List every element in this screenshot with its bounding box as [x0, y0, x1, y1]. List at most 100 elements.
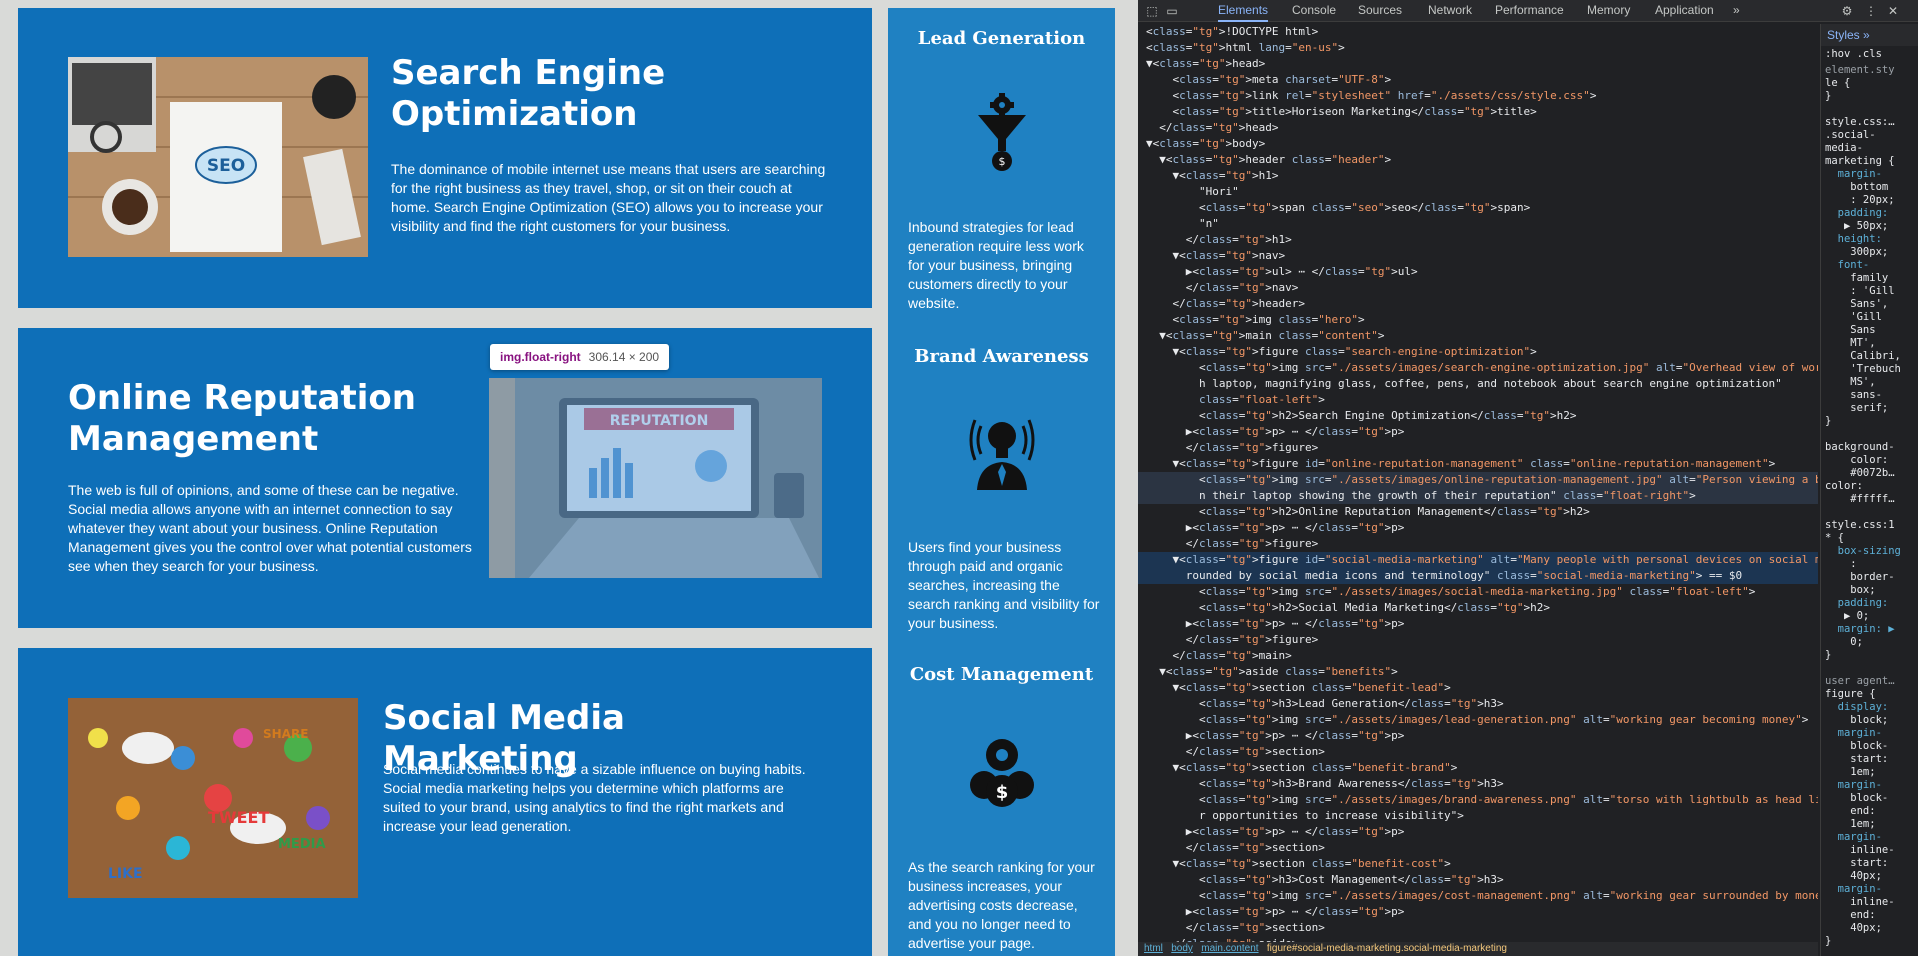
tab-network[interactable]: Network [1428, 0, 1472, 22]
style-rule-line: box; [1825, 584, 1876, 596]
dom-line[interactable]: <class="tg">img src="./assets/images/lea… [1138, 712, 1818, 728]
breadcrumb-figure[interactable]: figure#social-media-marketing.social-med… [1267, 943, 1507, 954]
style-rule-line: media- [1825, 142, 1863, 154]
style-rule-line: ▶ 50px; [1825, 220, 1889, 232]
dom-line[interactable]: ▼<class="tg">main class="content"> [1138, 328, 1818, 344]
dom-line[interactable]: </class="tg">section> [1138, 840, 1818, 856]
dom-line[interactable]: </class="tg">header> [1138, 296, 1818, 312]
dom-line[interactable]: <class="tg">meta charset="UTF-8"> [1138, 72, 1818, 88]
dom-line[interactable]: <class="tg">h2>Search Engine Optimizatio… [1138, 408, 1818, 424]
device-toolbar-icon[interactable]: ▭ [1163, 2, 1181, 20]
dom-line[interactable]: n their laptop showing the growth of the… [1138, 488, 1818, 504]
dom-line[interactable]: </class="tg">h1> [1138, 232, 1818, 248]
breadcrumb-html[interactable]: html [1144, 943, 1163, 954]
inspect-icon[interactable]: ⬚ [1143, 2, 1161, 20]
tab-console[interactable]: Console [1292, 0, 1336, 22]
dom-line[interactable]: <class="tg">h3>Brand Awareness</class="t… [1138, 776, 1818, 792]
svg-text:SEO: SEO [207, 156, 245, 176]
dom-line[interactable]: <class="tg">html lang="en-us"> [1138, 40, 1818, 56]
tab-performance[interactable]: Performance [1495, 0, 1564, 22]
dom-line[interactable]: <class="tg">link rel="stylesheet" href="… [1138, 88, 1818, 104]
settings-icon[interactable]: ⚙ [1838, 2, 1856, 20]
dom-line[interactable]: <class="tg">h2>Online Reputation Managem… [1138, 504, 1818, 520]
style-rule-line: } [1825, 935, 1832, 947]
dom-line[interactable]: ▶<class="tg">p> ⋯ </class="tg">p> [1138, 824, 1818, 840]
style-rule-line: Sans', [1825, 298, 1889, 310]
style-rule-line: border- [1825, 571, 1895, 583]
dom-line[interactable]: </class="tg">section> [1138, 744, 1818, 760]
dom-line[interactable]: ▶<class="tg">p> ⋯ </class="tg">p> [1138, 520, 1818, 536]
dom-line[interactable]: <class="tg">title>Horiseon Marketing</cl… [1138, 104, 1818, 120]
dom-line[interactable]: ▼<class="tg">figure id="social-media-mar… [1138, 552, 1818, 568]
dom-line[interactable]: ▶<class="tg">p> ⋯ </class="tg">p> [1138, 616, 1818, 632]
dom-line[interactable]: <class="tg">img src="./assets/images/soc… [1138, 584, 1818, 600]
dom-line[interactable]: </class="tg">section> [1138, 920, 1818, 936]
styles-more-button[interactable]: » [1863, 28, 1870, 42]
dom-line[interactable]: <class="tg">h2>Social Media Marketing</c… [1138, 600, 1818, 616]
dom-line[interactable]: ▼<class="tg">section class="benefit-lead… [1138, 680, 1818, 696]
style-rule-line: end: [1825, 805, 1876, 817]
dom-line[interactable]: ▼<class="tg">header class="header"> [1138, 152, 1818, 168]
dom-line[interactable]: ▼<class="tg">head> [1138, 56, 1818, 72]
close-icon[interactable]: ✕ [1884, 2, 1902, 20]
dom-line[interactable]: <class="tg">img src="./assets/images/sea… [1138, 360, 1818, 376]
tab-elements[interactable]: Elements [1218, 0, 1269, 22]
style-rule-line: padding: [1825, 597, 1889, 609]
dom-line[interactable]: r opportunities to increase visibility"> [1138, 808, 1818, 824]
dom-line[interactable]: </class="tg">head> [1138, 120, 1818, 136]
dom-line[interactable]: <class="tg">h3>Cost Management</class="t… [1138, 872, 1818, 888]
breadcrumb-main[interactable]: main.content [1201, 943, 1258, 954]
dom-line[interactable]: "Hori" [1138, 184, 1818, 200]
dom-line[interactable]: ▶<class="tg">ul> ⋯ </class="tg">ul> [1138, 264, 1818, 280]
dom-line[interactable]: </class="tg">figure> [1138, 632, 1818, 648]
dom-line[interactable]: ▼<class="tg">aside class="benefits"> [1138, 664, 1818, 680]
dom-line[interactable]: ▶<class="tg">p> ⋯ </class="tg">p> [1138, 424, 1818, 440]
dom-line[interactable]: ▼<class="tg">figure class="search-engine… [1138, 344, 1818, 360]
dom-line[interactable]: ▶<class="tg">p> ⋯ </class="tg">p> [1138, 904, 1818, 920]
style-rule-line: 40px; [1825, 870, 1882, 882]
tab-memory[interactable]: Memory [1587, 0, 1630, 22]
tab-application[interactable]: Application [1655, 0, 1714, 22]
style-rule-line: 1em; [1825, 818, 1876, 830]
benefit-cost-text: As the search ranking for your business … [908, 859, 1095, 951]
dom-line[interactable]: <class="tg">span class="seo">seo</class=… [1138, 200, 1818, 216]
breadcrumb-body[interactable]: body [1171, 943, 1193, 954]
tab-sources[interactable]: Sources [1358, 0, 1402, 22]
style-rule-line: serif; [1825, 402, 1889, 414]
dom-line[interactable]: <class="tg">img src="./assets/images/onl… [1138, 472, 1818, 488]
dom-line[interactable]: ▼<class="tg">figure id="online-reputatio… [1138, 456, 1818, 472]
dom-line[interactable]: ▼<class="tg">nav> [1138, 248, 1818, 264]
style-rule-line: 1em; [1825, 766, 1876, 778]
dom-line[interactable]: class="float-left"> [1138, 392, 1818, 408]
dom-line[interactable]: "n" [1138, 216, 1818, 232]
dom-line[interactable]: h laptop, magnifying glass, coffee, pens… [1138, 376, 1818, 392]
style-rule-line: margin- [1825, 779, 1882, 791]
style-rule-line: 'Trebuch [1825, 363, 1901, 375]
style-rule-line: margin- [1825, 727, 1882, 739]
dom-line[interactable]: <class="tg">img class="hero"> [1138, 312, 1818, 328]
dom-line[interactable]: <class="tg">img src="./assets/images/cos… [1138, 888, 1818, 904]
dom-line[interactable]: ▼<class="tg">section class="benefit-cost… [1138, 856, 1818, 872]
dom-line[interactable]: rounded by social media icons and termin… [1138, 568, 1818, 584]
dom-line[interactable]: </class="tg">figure> [1138, 440, 1818, 456]
style-rule-line: .social- [1825, 129, 1876, 141]
dom-line[interactable]: ▼<class="tg">body> [1138, 136, 1818, 152]
elements-dom-tree[interactable]: <class="tg">!DOCTYPE html> <class="tg">ht… [1138, 24, 1818, 942]
tooltip-tag: img [500, 350, 522, 364]
dom-line[interactable]: <class="tg">img src="./assets/images/bra… [1138, 792, 1818, 808]
styles-filter[interactable]: :hov .cls [1825, 48, 1882, 61]
dom-line[interactable]: ▶<class="tg">p> ⋯ </class="tg">p> [1138, 728, 1818, 744]
dom-line[interactable]: ▼<class="tg">section class="benefit-bran… [1138, 760, 1818, 776]
more-tabs-button[interactable]: » [1733, 0, 1740, 22]
dom-line[interactable]: </class="tg">main> [1138, 648, 1818, 664]
seo-workspace-image: SEO [68, 57, 368, 257]
dom-line[interactable]: <class="tg">!DOCTYPE html> [1138, 24, 1818, 40]
dom-line[interactable]: </class="tg">figure> [1138, 536, 1818, 552]
dom-line[interactable]: </class="tg">nav> [1138, 280, 1818, 296]
tooltip-size: 306.14 × 200 [588, 350, 660, 364]
tab-styles[interactable]: Styles [1827, 28, 1860, 42]
more-options-icon[interactable]: ⋮ [1862, 2, 1880, 20]
style-rule-line: margin- [1825, 168, 1882, 180]
dom-line[interactable]: <class="tg">h3>Lead Generation</class="t… [1138, 696, 1818, 712]
dom-line[interactable]: ▼<class="tg">h1> [1138, 168, 1818, 184]
